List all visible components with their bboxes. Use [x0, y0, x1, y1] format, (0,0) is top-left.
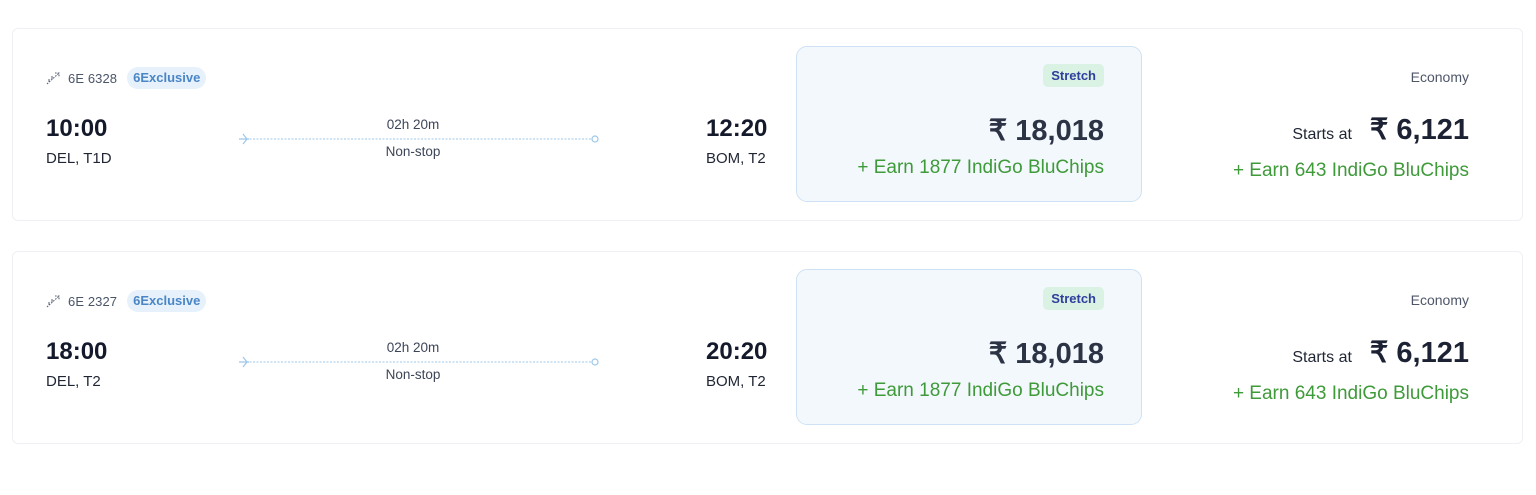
- stretch-badge: Stretch: [1043, 64, 1104, 87]
- starts-at-label: Starts at: [1292, 349, 1352, 366]
- stretch-price: ₹ 18,018: [988, 338, 1104, 370]
- arrival-time: 12:20: [706, 115, 768, 142]
- flight-stops: Non-stop: [225, 144, 601, 159]
- circle-dot-icon: [591, 358, 599, 366]
- departure-airport: DEL, T1D: [46, 150, 112, 167]
- flight-card[interactable]: 6E 6328 6Exclusive 10:00 DEL, T1D 02h 20…: [12, 28, 1523, 221]
- plane-icon: [239, 356, 249, 368]
- flight-stops: Non-stop: [225, 367, 601, 382]
- route-line: 02h 20m Non-stop: [225, 340, 601, 384]
- flight-number: 6E 2327: [68, 293, 118, 309]
- departure-time: 18:00: [46, 338, 108, 365]
- flight-duration: 02h 20m: [225, 340, 601, 355]
- plane-takeoff-icon: [46, 293, 62, 309]
- economy-bluchips: + Earn 643 IndiGo BluChips: [1232, 383, 1469, 404]
- stretch-bluchips: + Earn 1877 IndiGo BluChips: [857, 157, 1104, 178]
- stretch-price: ₹ 18,018: [988, 115, 1104, 147]
- plane-icon: [239, 133, 249, 145]
- arrival-airport: BOM, T2: [706, 373, 766, 390]
- route-line: 02h 20m Non-stop: [225, 117, 601, 161]
- exclusive-badge: 6Exclusive: [127, 290, 207, 312]
- exclusive-badge: 6Exclusive: [127, 67, 207, 89]
- stretch-fare-option[interactable]: Stretch ₹ 18,018 + Earn 1877 IndiGo BluC…: [796, 269, 1142, 425]
- economy-label: Economy: [1410, 292, 1469, 308]
- arrival-time: 20:20: [706, 338, 768, 365]
- economy-price: ₹ 6,121: [1369, 114, 1469, 146]
- flight-meta: 6E 6328 6Exclusive: [46, 66, 207, 90]
- starts-at-label: Starts at: [1292, 126, 1352, 143]
- economy-fare-option[interactable]: Starts at ₹ 6,121: [1292, 112, 1469, 147]
- flight-meta: 6E 2327 6Exclusive: [46, 289, 207, 313]
- stretch-bluchips: + Earn 1877 IndiGo BluChips: [857, 380, 1104, 401]
- departure-time: 10:00: [46, 115, 108, 142]
- flight-card[interactable]: 6E 2327 6Exclusive 18:00 DEL, T2 02h 20m…: [12, 251, 1523, 444]
- economy-fare-option[interactable]: Starts at ₹ 6,121: [1292, 335, 1469, 370]
- departure-airport: DEL, T2: [46, 373, 101, 390]
- circle-dot-icon: [591, 135, 599, 143]
- stretch-fare-option[interactable]: Stretch ₹ 18,018 + Earn 1877 IndiGo BluC…: [796, 46, 1142, 202]
- stretch-badge: Stretch: [1043, 287, 1104, 310]
- arrival-airport: BOM, T2: [706, 150, 766, 167]
- economy-label: Economy: [1410, 69, 1469, 85]
- flight-duration: 02h 20m: [225, 117, 601, 132]
- economy-bluchips: + Earn 643 IndiGo BluChips: [1232, 160, 1469, 181]
- flight-number: 6E 6328: [68, 70, 118, 86]
- economy-price: ₹ 6,121: [1369, 337, 1469, 369]
- plane-takeoff-icon: [46, 70, 62, 86]
